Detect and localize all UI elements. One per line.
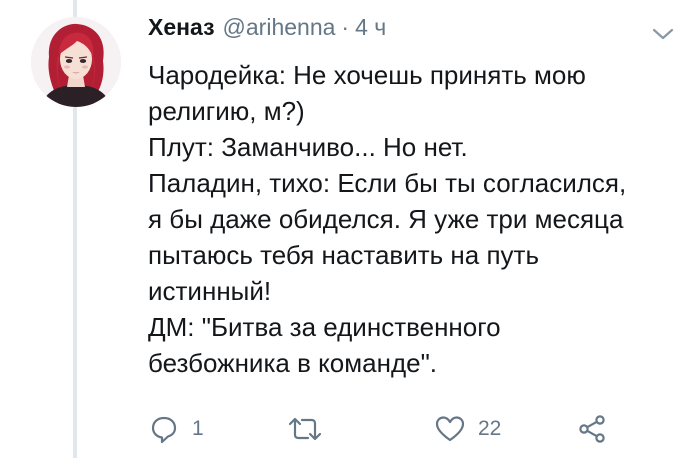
share-icon bbox=[579, 415, 605, 443]
chevron-down-icon bbox=[652, 28, 674, 40]
tweet-text-line: я бы даже обиделся. Я уже три месяца bbox=[148, 204, 624, 234]
author-display-name[interactable]: Хеназ bbox=[148, 14, 215, 41]
reply-button[interactable]: 1 bbox=[148, 408, 204, 450]
avatar[interactable] bbox=[31, 17, 121, 107]
author-handle[interactable]: @arihenna bbox=[223, 14, 336, 41]
like-button[interactable]: 22 bbox=[434, 408, 501, 450]
header-separator: · bbox=[341, 14, 350, 40]
heart-icon bbox=[435, 416, 465, 442]
tweet-text-line: Чародейка: Не хочешь принять мою bbox=[148, 60, 586, 90]
tweet-text-line: Паладин, тихо: Если бы ты согласился, bbox=[148, 168, 627, 198]
avatar-illustration-icon bbox=[31, 17, 121, 107]
tweet-text: Чародейка: Не хочешь принять мою религию… bbox=[148, 57, 688, 381]
tweet-timestamp[interactable]: 4 ч bbox=[355, 14, 386, 41]
retweet-icon bbox=[288, 417, 322, 441]
tweet-text-line: Плут: Заманчиво... Но нет. bbox=[148, 132, 468, 162]
tweet-actions: 1 22 bbox=[148, 408, 618, 450]
tweet-text-line: религию, м?) bbox=[148, 96, 305, 126]
reply-icon bbox=[151, 416, 177, 444]
share-button[interactable] bbox=[576, 408, 608, 450]
tweet-header: Хеназ @arihenna · 4 ч bbox=[148, 14, 386, 50]
tweet-text-line: безбожника в команде". bbox=[148, 348, 438, 378]
reply-count: 1 bbox=[192, 417, 204, 440]
like-count: 22 bbox=[478, 417, 502, 440]
tweet-text-line: пытаюсь тебя наставить на путь bbox=[148, 240, 540, 270]
tweet-text-line: ДМ: "Битва за единственного bbox=[148, 312, 501, 342]
tweet-menu-button[interactable] bbox=[651, 26, 675, 42]
retweet-button[interactable] bbox=[286, 408, 336, 450]
tweet-text-line: истинный! bbox=[148, 276, 272, 306]
tweet: Хеназ @arihenna · 4 ч Чародейка: Не хоче… bbox=[0, 0, 700, 458]
